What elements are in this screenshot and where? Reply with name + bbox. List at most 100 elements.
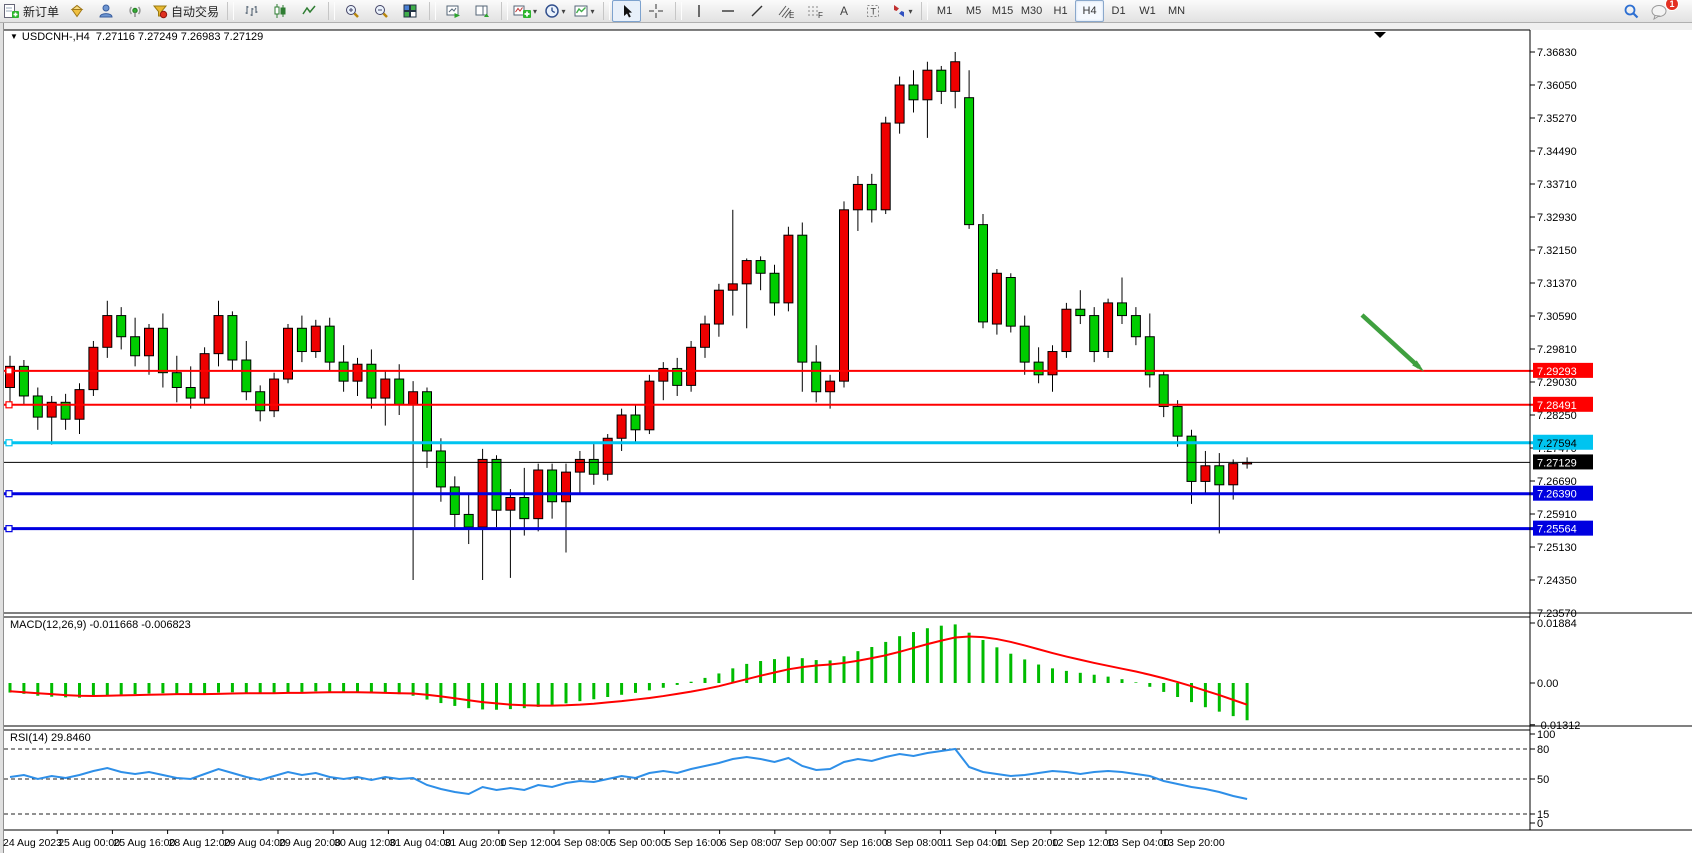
chart-symbol: USDCNH-,H4 xyxy=(22,31,90,43)
toolbar-separator xyxy=(921,2,928,20)
mt4-window: 新订单 自动交易 ▾ ▾ ▾ E FA T ▾ M1M5M15M30H1H4D1W1MN 1 7.3… xyxy=(0,0,1692,853)
svg-text:F: F xyxy=(818,11,823,19)
timeframe-h1[interactable]: H1 xyxy=(1046,0,1075,22)
arrows-button[interactable]: ▾ xyxy=(887,0,916,22)
svg-text:13 Sep 20:00: 13 Sep 20:00 xyxy=(1162,837,1225,849)
svg-text:6 Sep 08:00: 6 Sep 08:00 xyxy=(721,837,778,849)
timeframe-w1[interactable]: W1 xyxy=(1133,0,1162,22)
toolbar-group xyxy=(337,0,424,22)
cursor-button[interactable] xyxy=(612,0,641,22)
chart-title: ▼ USDCNH-,H4 7.27116 7.27249 7.26983 7.27… xyxy=(10,31,263,43)
profile-button[interactable] xyxy=(91,0,120,22)
chart-menu-icon[interactable]: ▼ xyxy=(10,32,18,41)
chart-ohlc-values: 7.27116 7.27249 7.26983 7.27129 xyxy=(96,31,263,43)
chevron-down-icon[interactable]: ▾ xyxy=(533,7,537,16)
svg-text:11 Sep 20:00: 11 Sep 20:00 xyxy=(997,837,1059,849)
svg-text:28 Aug 12:00: 28 Aug 12:00 xyxy=(169,837,231,849)
timeframe-m15[interactable]: M15 xyxy=(988,0,1017,22)
search-icon xyxy=(1623,3,1639,19)
gold-gem-icon xyxy=(69,3,85,19)
chevron-down-icon[interactable]: ▾ xyxy=(562,7,566,16)
chevron-down-icon[interactable]: ▾ xyxy=(909,7,913,16)
toolbar-group xyxy=(438,0,496,22)
horizontal-line-button[interactable] xyxy=(713,0,742,22)
signals-button[interactable] xyxy=(120,0,149,22)
indicators-button[interactable]: ▾ xyxy=(510,0,540,22)
fibonacci-button[interactable]: F xyxy=(800,0,829,22)
timeframe-mn[interactable]: MN xyxy=(1162,0,1191,22)
tile-windows-button[interactable] xyxy=(395,0,424,22)
autoscroll-icon xyxy=(445,3,461,19)
svg-text:12 Sep 12:00: 12 Sep 12:00 xyxy=(1052,837,1115,849)
signal-icon xyxy=(127,3,143,19)
equidistant-channel-button[interactable]: E xyxy=(771,0,800,22)
crosshair-icon xyxy=(648,3,664,19)
toolbar-separator xyxy=(501,2,508,20)
chart-shift-button[interactable] xyxy=(467,0,496,22)
svg-text:13 Sep 04:00: 13 Sep 04:00 xyxy=(1107,837,1170,849)
toolbar-separator xyxy=(429,2,436,20)
arrows-icon xyxy=(891,3,907,19)
axis-price-label: 7.28491 xyxy=(1533,397,1593,412)
candlestick-chart-button[interactable] xyxy=(265,0,294,22)
svg-text:7.25130: 7.25130 xyxy=(1537,542,1577,554)
svg-text:7.27129: 7.27129 xyxy=(1537,457,1577,469)
autotrading-button[interactable]: 自动交易 xyxy=(149,0,222,22)
svg-text:80: 80 xyxy=(1537,744,1549,756)
svg-text:8 Sep 08:00: 8 Sep 08:00 xyxy=(886,837,943,849)
svg-text:7.36830: 7.36830 xyxy=(1537,47,1577,59)
fibo-icon: F xyxy=(806,3,824,19)
zoom-in-button[interactable] xyxy=(337,0,366,22)
svg-text:7.29030: 7.29030 xyxy=(1537,377,1577,389)
line-chart-button[interactable] xyxy=(294,0,323,22)
bar-chart-button[interactable] xyxy=(236,0,265,22)
toolbar-separator xyxy=(603,2,610,20)
svg-text:29 Aug 04:00: 29 Aug 04:00 xyxy=(224,837,286,849)
timeframe-h4[interactable]: H4 xyxy=(1075,0,1104,22)
zoom-out-button[interactable] xyxy=(366,0,395,22)
text-button[interactable]: A xyxy=(829,0,858,22)
auto-scroll-button[interactable] xyxy=(438,0,467,22)
toolbar-group xyxy=(612,0,670,22)
clock-icon xyxy=(544,3,560,19)
toolbar-group: ▾ ▾ ▾ xyxy=(510,0,598,22)
toolbar-group: 新订单 自动交易 xyxy=(0,0,222,22)
templates-button[interactable]: ▾ xyxy=(569,0,598,22)
notifications-button[interactable]: 1 xyxy=(1645,0,1674,22)
macd-indicator-label: MACD(12,26,9) -0.011668 -0.006823 xyxy=(10,619,191,631)
svg-text:7.32930: 7.32930 xyxy=(1537,212,1577,224)
text-label-button[interactable]: T xyxy=(858,0,887,22)
svg-text:7.25910: 7.25910 xyxy=(1537,509,1577,521)
notification-badge: 1 xyxy=(1665,0,1679,11)
crosshair-button[interactable] xyxy=(641,0,670,22)
axis-price-label: 7.29293 xyxy=(1533,363,1593,378)
vline-icon xyxy=(691,3,707,19)
svg-text:29 Aug 20:00: 29 Aug 20:00 xyxy=(279,837,341,849)
vertical-line-button[interactable] xyxy=(684,0,713,22)
svg-text:7 Sep 00:00: 7 Sep 00:00 xyxy=(776,837,833,849)
timeframe-m1[interactable]: M1 xyxy=(930,0,959,22)
svg-text:50: 50 xyxy=(1537,774,1549,786)
svg-text:7.29293: 7.29293 xyxy=(1537,366,1577,378)
axis-price-label: 7.27129 xyxy=(1533,454,1593,469)
boxedT-icon: T xyxy=(865,3,881,19)
svg-text:T: T xyxy=(870,7,876,17)
svg-text:31 Aug 04:00: 31 Aug 04:00 xyxy=(389,837,451,849)
search-button[interactable] xyxy=(1616,0,1645,22)
toolbar-group: M1M5M15M30H1H4D1W1MN xyxy=(930,0,1191,22)
periods-button[interactable]: ▾ xyxy=(540,0,569,22)
trendline-button[interactable] xyxy=(742,0,771,22)
timeframe-m30[interactable]: M30 xyxy=(1017,0,1046,22)
svg-text:7.30590: 7.30590 xyxy=(1537,311,1577,323)
mql-community-button[interactable] xyxy=(62,0,91,22)
timeframe-d1[interactable]: D1 xyxy=(1104,0,1133,22)
new-order-button[interactable]: 新订单 xyxy=(0,0,62,22)
svg-text:7.28491: 7.28491 xyxy=(1537,400,1577,412)
timeframe-m5[interactable]: M5 xyxy=(959,0,988,22)
svg-text:24 Aug 2023: 24 Aug 2023 xyxy=(3,837,62,849)
svg-text:30 Aug 12:00: 30 Aug 12:00 xyxy=(334,837,396,849)
axis-price-label: 7.25564 xyxy=(1533,521,1593,536)
chart-canvas[interactable]: 7.368307.360507.352707.344907.337107.329… xyxy=(0,23,1692,853)
chevron-down-icon[interactable]: ▾ xyxy=(591,7,595,16)
svg-text:7.31370: 7.31370 xyxy=(1537,278,1577,290)
